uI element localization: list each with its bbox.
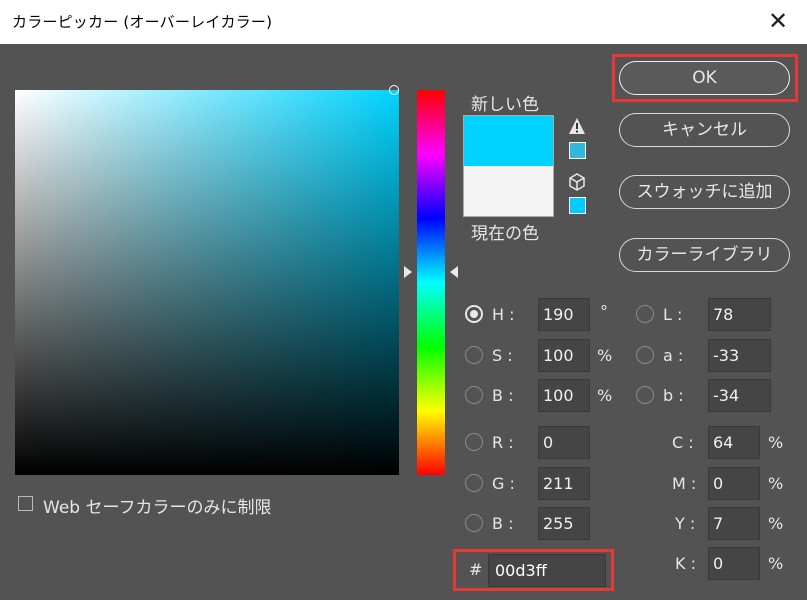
- ok-button[interactable]: OK: [619, 61, 790, 95]
- lab-b-input[interactable]: -34: [708, 379, 771, 412]
- cancel-button[interactable]: キャンセル: [619, 113, 790, 147]
- brightness-input[interactable]: 100: [538, 379, 590, 412]
- saturation-input[interactable]: 100: [538, 339, 590, 372]
- blue-input[interactable]: 255: [538, 507, 590, 540]
- web-safe-checkbox[interactable]: [18, 496, 33, 511]
- window-title: カラーピッカー (オーバーレイカラー): [12, 13, 273, 31]
- saturation-unit: %: [597, 346, 613, 365]
- gamut-warning-swatch[interactable]: [569, 142, 586, 159]
- close-icon[interactable]: ✕: [765, 8, 791, 34]
- hue-slider-handle-right[interactable]: [450, 266, 458, 278]
- radio-hue[interactable]: [465, 305, 483, 323]
- red-label: R :: [492, 433, 514, 452]
- green-label: G :: [492, 474, 515, 493]
- brightness-label: B :: [492, 386, 514, 405]
- add-to-swatches-button[interactable]: スウォッチに追加: [619, 175, 790, 209]
- radio-lab-l[interactable]: [636, 305, 654, 323]
- saturation-label: S :: [492, 346, 513, 365]
- title-bar: カラーピッカー (オーバーレイカラー) ✕: [0, 0, 807, 44]
- magenta-unit: %: [768, 474, 784, 493]
- lab-b-label: b :: [663, 386, 684, 405]
- color-field[interactable]: [15, 90, 399, 475]
- red-input[interactable]: 0: [538, 426, 590, 459]
- current-color-swatch[interactable]: [463, 166, 554, 217]
- cyan-unit: %: [768, 433, 784, 452]
- blue-label: B :: [492, 514, 514, 533]
- color-libraries-button[interactable]: カラーライブラリ: [619, 238, 790, 272]
- radio-green[interactable]: [465, 474, 483, 492]
- yellow-label: Y :: [675, 514, 696, 533]
- lab-a-input[interactable]: -33: [708, 339, 771, 372]
- lab-l-label: L :: [663, 305, 683, 324]
- magenta-input[interactable]: 0: [708, 467, 760, 500]
- brightness-unit: %: [597, 386, 613, 405]
- black-label: K :: [675, 554, 696, 573]
- current-color-label: 現在の色: [471, 224, 539, 244]
- radio-blue[interactable]: [465, 514, 483, 532]
- web-safe-swatch[interactable]: [569, 197, 586, 214]
- yellow-unit: %: [768, 514, 784, 533]
- color-field-cursor[interactable]: [389, 85, 399, 95]
- cyan-label: C :: [672, 433, 694, 452]
- hex-highlight-box: [453, 549, 614, 591]
- lab-l-input[interactable]: 78: [708, 298, 771, 331]
- hue-unit: °: [600, 302, 608, 321]
- hue-input[interactable]: 190: [538, 298, 590, 331]
- cyan-input[interactable]: 64: [708, 426, 760, 459]
- radio-lab-a[interactable]: [636, 346, 654, 364]
- new-color-label: 新しい色: [471, 95, 539, 115]
- radio-red[interactable]: [465, 433, 483, 451]
- lab-a-label: a :: [663, 346, 684, 365]
- web-safe-cube-icon[interactable]: [568, 173, 586, 191]
- black-unit: %: [768, 554, 784, 573]
- new-color-swatch: [463, 115, 554, 166]
- radio-brightness[interactable]: [465, 386, 483, 404]
- hue-slider-handle-left[interactable]: [404, 266, 412, 278]
- gamut-warning-icon[interactable]: [568, 117, 586, 135]
- web-safe-label[interactable]: Web セーフカラーのみに制限: [43, 493, 271, 518]
- radio-lab-b[interactable]: [636, 386, 654, 404]
- hue-slider[interactable]: [417, 90, 445, 475]
- black-input[interactable]: 0: [708, 547, 760, 580]
- radio-saturation[interactable]: [465, 346, 483, 364]
- yellow-input[interactable]: 7: [708, 507, 760, 540]
- hue-label: H :: [492, 305, 515, 324]
- magenta-label: M :: [672, 474, 697, 493]
- green-input[interactable]: 211: [538, 467, 590, 500]
